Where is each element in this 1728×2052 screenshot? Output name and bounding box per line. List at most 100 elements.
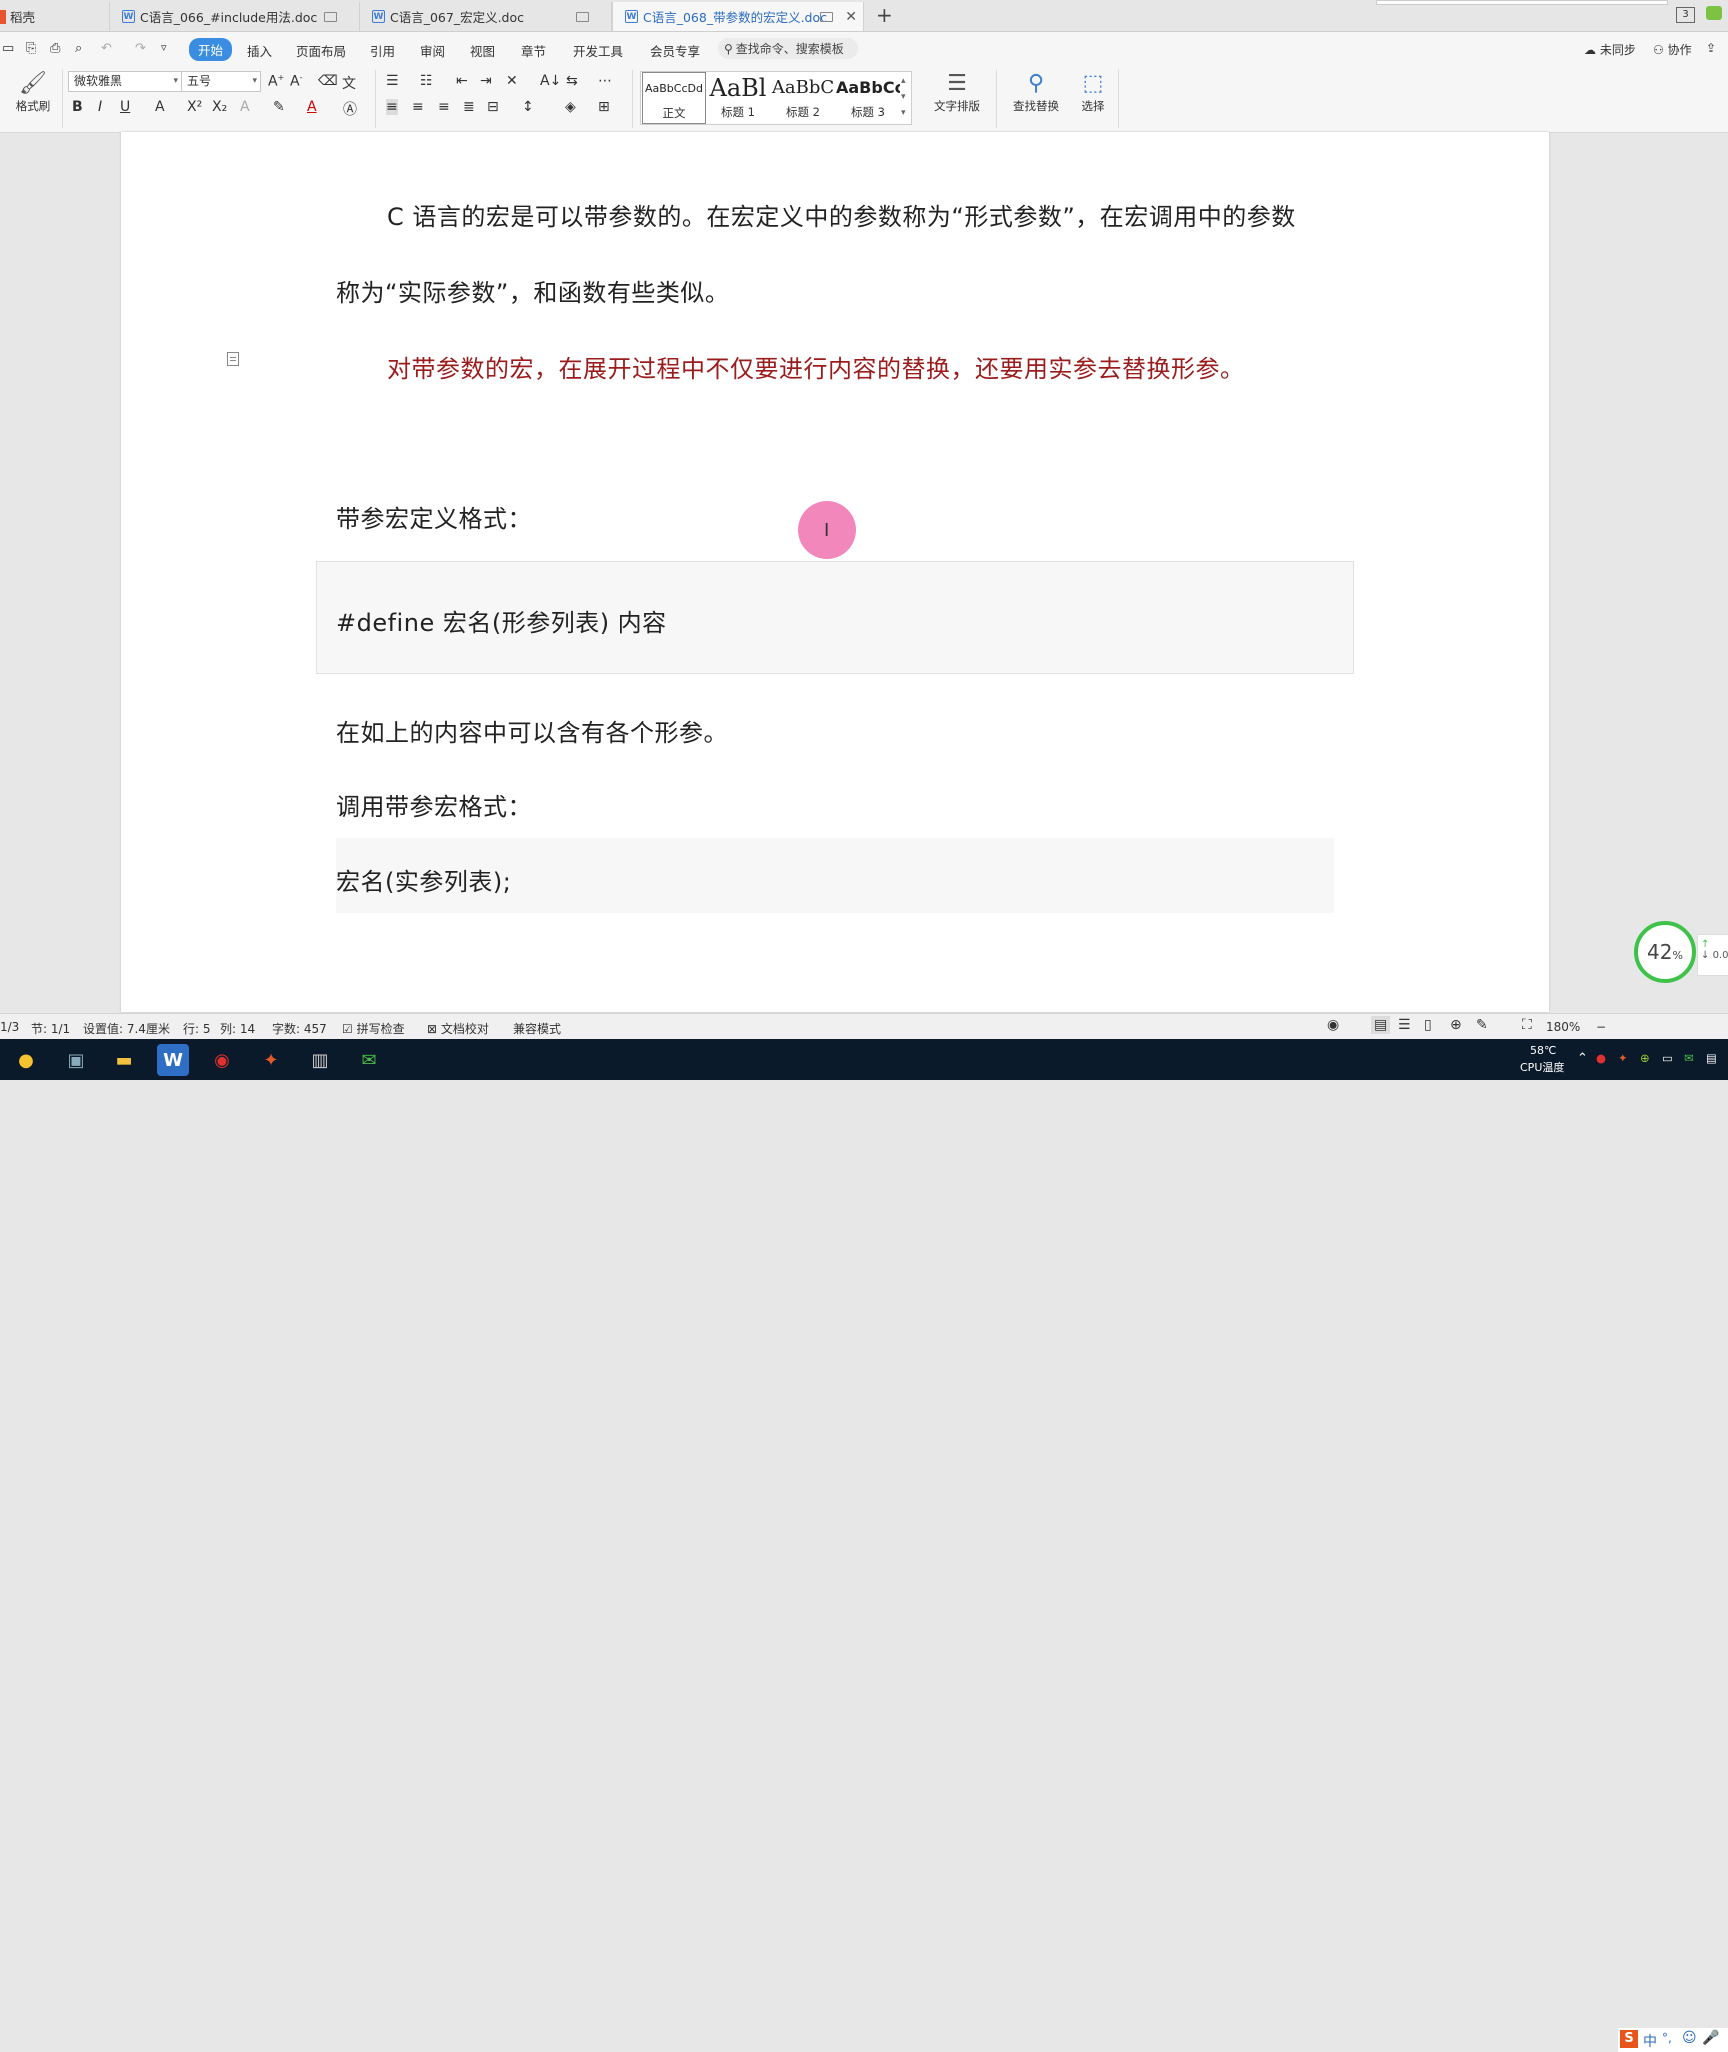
borders-icon[interactable]: ⊞: [598, 99, 610, 115]
italic-button[interactable]: I: [98, 99, 102, 115]
command-search[interactable]: ⚲ 查找命令、搜索模板: [718, 38, 858, 59]
bold-button[interactable]: B: [72, 99, 83, 115]
clear-format-icon[interactable]: ⌫: [318, 73, 338, 89]
menu-layout[interactable]: 页面布局: [296, 41, 346, 60]
close-tab-icon[interactable]: ✕: [845, 9, 857, 25]
shrink-font-icon[interactable]: A-: [290, 73, 302, 90]
proofread-button[interactable]: ⊠ 文档校对: [427, 1020, 489, 1037]
font-color-button[interactable]: A: [307, 99, 317, 115]
chevron-down-icon[interactable]: ▾: [901, 92, 906, 102]
tab-doc-066[interactable]: W C语言_066_#include用法.doc: [110, 2, 360, 31]
line-spacing-icon[interactable]: ↕: [522, 99, 534, 115]
tray-plus-icon[interactable]: ⊕: [1640, 1051, 1650, 1065]
strikethrough-button[interactable]: A: [155, 99, 165, 115]
emoji-icon[interactable]: ☺: [1682, 2030, 1697, 2046]
highlight-icon[interactable]: ✎: [273, 99, 285, 115]
numbering-icon[interactable]: ☷: [420, 73, 433, 89]
style-heading3[interactable]: AaBbCc 标题 3: [836, 72, 900, 124]
page-view-icon[interactable]: ▤: [1371, 1016, 1391, 1034]
char-border-icon[interactable]: Ⓐ: [343, 99, 357, 119]
computer-icon[interactable]: ▣: [60, 1044, 92, 1076]
text-layout-button[interactable]: ☰ 文字排版: [926, 70, 988, 114]
memory-usage-widget[interactable]: 42%: [1634, 921, 1696, 983]
style-heading1[interactable]: AaBl 标题 1: [706, 72, 770, 124]
increase-indent-icon[interactable]: ⇥: [480, 73, 492, 89]
tab-doc-067[interactable]: W C语言_067_宏定义.doc: [360, 2, 612, 31]
print-icon[interactable]: ⎙: [50, 41, 60, 56]
subscript-button[interactable]: X₂: [212, 99, 227, 115]
grow-font-icon[interactable]: A+: [268, 73, 284, 90]
app-icon[interactable]: ✦: [255, 1044, 287, 1076]
find-replace-button[interactable]: ⚲ 查找替换: [1004, 70, 1068, 114]
menu-view[interactable]: 视图: [470, 41, 495, 60]
spell-check-button[interactable]: ☑ 拼写检查: [342, 1020, 405, 1037]
save-icon[interactable]: ▭: [2, 41, 14, 56]
show-marks-icon[interactable]: ⇆: [566, 73, 578, 89]
print-preview-icon[interactable]: ⌕: [75, 41, 82, 56]
menu-references[interactable]: 引用: [370, 41, 395, 60]
share-icon[interactable]: ⇪: [1706, 41, 1716, 55]
superscript-button[interactable]: X²: [187, 99, 202, 115]
collab-button[interactable]: ⚇ 协作: [1653, 41, 1692, 58]
tab-docer[interactable]: 稻壳: [0, 2, 110, 31]
ime-mode[interactable]: 中: [1643, 2031, 1657, 2051]
menu-review[interactable]: 审阅: [420, 41, 445, 60]
redo-icon[interactable]: ↷: [135, 41, 146, 56]
punctuation-icon[interactable]: °,: [1662, 2031, 1672, 2045]
menu-start[interactable]: 开始: [189, 38, 233, 61]
new-tab-button[interactable]: +: [876, 3, 893, 27]
more-styles-icon[interactable]: ▾: [901, 108, 906, 118]
web-view-icon[interactable]: ⊕: [1450, 1017, 1462, 1033]
phonetic-icon[interactable]: 文: [342, 73, 356, 93]
skin-icon[interactable]: [1706, 6, 1722, 20]
editor-icon[interactable]: ▥: [304, 1044, 336, 1076]
sync-status[interactable]: ☁ 未同步: [1584, 41, 1636, 58]
word-count[interactable]: 字数: 457: [272, 1020, 327, 1037]
reading-view-icon[interactable]: ▯: [1424, 1017, 1432, 1033]
network-icon[interactable]: ▤: [1706, 1051, 1717, 1065]
sort-icon[interactable]: A↓: [540, 73, 561, 89]
zoom-level[interactable]: 180%: [1546, 1020, 1580, 1034]
show-hidden-icons[interactable]: ⌃: [1577, 1051, 1588, 1066]
sogou-icon[interactable]: S: [1620, 2030, 1638, 2048]
chinese-layout-icon[interactable]: ✕: [506, 73, 518, 89]
font-size-select[interactable]: 五号 ▾: [181, 71, 261, 92]
style-normal[interactable]: AaBbCcDd 正文: [642, 72, 706, 124]
wps-writer-icon[interactable]: W: [157, 1044, 189, 1076]
bullets-icon[interactable]: ☰: [386, 73, 399, 89]
fit-page-icon[interactable]: ⛶: [1522, 1017, 1532, 1033]
undo-icon[interactable]: ↶: [101, 41, 112, 56]
start-menu-icon[interactable]: ●: [10, 1044, 42, 1076]
wechat-icon[interactable]: ✉: [353, 1044, 385, 1076]
justify-icon[interactable]: ≣: [463, 99, 475, 115]
select-button[interactable]: ⬚ 选择: [1072, 70, 1114, 114]
align-center-icon[interactable]: ≡: [412, 99, 424, 115]
quick-access-dropdown-icon[interactable]: ▿: [161, 41, 167, 54]
wechat-tray-icon[interactable]: ✉: [1684, 1051, 1694, 1065]
zoom-out-button[interactable]: −: [1596, 1020, 1606, 1034]
distributed-icon[interactable]: ⊟: [487, 99, 499, 115]
eye-protection-icon[interactable]: ◉: [1327, 1017, 1339, 1033]
shading-icon[interactable]: ◈: [565, 99, 576, 115]
menu-developer[interactable]: 开发工具: [573, 41, 623, 60]
tray-app-icon[interactable]: ✦: [1618, 1051, 1628, 1065]
recorder-icon[interactable]: ◉: [206, 1044, 238, 1076]
folder-icon[interactable]: ▬: [108, 1044, 140, 1076]
align-left-icon[interactable]: ≡: [386, 99, 398, 115]
format-painter-button[interactable]: 🖌 格式刷: [10, 70, 56, 114]
menu-insert[interactable]: 插入: [247, 41, 272, 60]
style-heading2[interactable]: AaBbC 标题 2: [771, 72, 835, 124]
page-indicator[interactable]: 1/3: [0, 1020, 19, 1034]
battery-icon[interactable]: ▭: [1662, 1051, 1673, 1065]
tab-doc-068[interactable]: W C语言_068_带参数的宏定义.doc ✕: [612, 2, 864, 31]
pen-icon[interactable]: ✎: [1476, 1017, 1488, 1033]
decrease-indent-icon[interactable]: ⇤: [456, 73, 468, 89]
font-name-select[interactable]: 微软雅黑 ▾: [68, 71, 182, 92]
chevron-up-icon[interactable]: ▴: [901, 76, 906, 86]
paragraph-marker-icon[interactable]: [227, 352, 239, 366]
menu-member[interactable]: 会员专享: [650, 41, 700, 60]
window-count-badge[interactable]: 3: [1676, 7, 1695, 23]
text-effect-button[interactable]: A: [240, 99, 250, 115]
microphone-icon[interactable]: 🎤: [1702, 2030, 1719, 2046]
align-right-icon[interactable]: ≡: [438, 99, 450, 115]
